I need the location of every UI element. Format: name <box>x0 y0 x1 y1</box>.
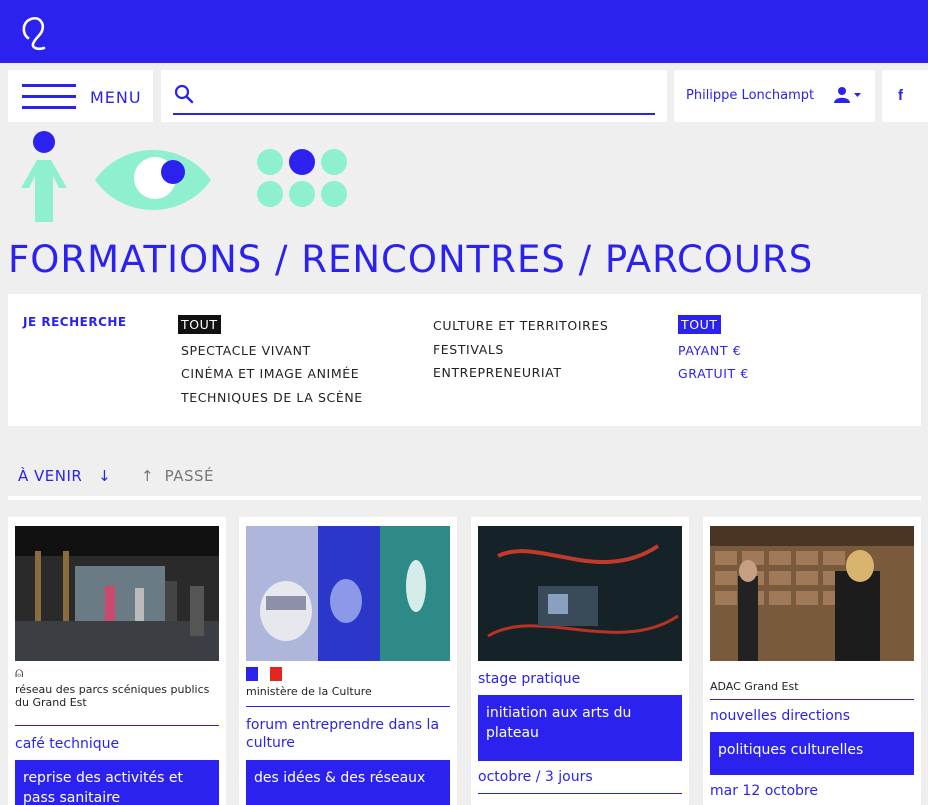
logo-icon[interactable] <box>18 12 66 52</box>
search-bar <box>161 70 667 122</box>
facebook-icon: f <box>898 87 903 104</box>
filter-entrepreneuriat[interactable]: ENTREPRENEURIAT <box>430 361 608 385</box>
filter-panel: JE RECHERCHE TOUT SPECTACLE VIVANT CINÉM… <box>8 294 921 426</box>
card-date: mar 12 octobre <box>710 783 818 799</box>
filter-gratuit[interactable]: GRATUIT € <box>678 362 749 386</box>
card-title[interactable]: reprise des activités et pass sanitaire <box>15 760 219 805</box>
arrow-up-icon: ↑ <box>141 467 160 485</box>
filter-cinema[interactable]: CINÉMA ET IMAGE ANIMÉE <box>178 362 363 386</box>
user-name: Philippe Lonchampt <box>686 88 815 103</box>
user-icon <box>834 87 861 103</box>
card-category[interactable]: nouvelles directions <box>710 707 916 725</box>
menu-button[interactable]: MENU <box>8 70 153 122</box>
discipline-filters-1: TOUT SPECTACLE VIVANT CINÉMA ET IMAGE AN… <box>178 314 363 409</box>
flag-icon <box>246 667 282 681</box>
search-icon[interactable] <box>173 83 195 105</box>
hamburger-icon <box>22 84 76 110</box>
divider <box>15 725 219 726</box>
tab-upcoming[interactable]: À VENIR ↓ <box>18 467 111 485</box>
top-bar <box>0 0 928 63</box>
card-title[interactable]: des idées & des réseaux <box>246 760 450 805</box>
chevron-down-icon <box>854 93 861 97</box>
tab-upcoming-label: À VENIR <box>18 467 83 485</box>
event-image <box>478 526 682 661</box>
filter-festivals[interactable]: FESTIVALS <box>430 338 608 362</box>
filter-payant[interactable]: PAYANT € <box>678 339 749 363</box>
facebook-link[interactable]: f <box>882 70 928 122</box>
card-title[interactable]: initiation aux arts du plateau <box>478 695 682 761</box>
search-input[interactable] <box>173 80 655 115</box>
accessibility-pictograms <box>21 131 347 222</box>
event-card[interactable]: ADAC Grand Est nouvelles directions poli… <box>703 517 921 805</box>
page-title: FORMATIONS / RENCONTRES / PARCOURS <box>8 238 814 281</box>
user-menu[interactable]: Philippe Lonchampt <box>674 70 875 122</box>
person-icon <box>21 131 67 222</box>
filter-techniques-scene[interactable]: TECHNIQUES DE LA SCÈNE <box>178 386 363 410</box>
event-image <box>710 526 914 661</box>
divider <box>8 496 921 500</box>
arrow-down-icon: ↓ <box>87 467 112 485</box>
org-name: ministère de la Culture <box>246 685 372 698</box>
eye-icon <box>95 150 211 210</box>
filter-spectacle-vivant[interactable]: SPECTACLE VIVANT <box>178 339 363 363</box>
card-date: octobre / 3 jours <box>478 769 593 785</box>
time-tabs: À VENIR ↓ ↑ PASSÉ <box>8 446 921 500</box>
braille-icon <box>257 149 347 207</box>
discipline-filters-2: CULTURE ET TERRITOIRES FESTIVALS ENTREPR… <box>430 314 608 385</box>
org-logo-icon: ⍝ <box>15 665 24 681</box>
event-card[interactable]: ministère de la Culture forum entreprend… <box>239 517 457 805</box>
org-name: ADAC Grand Est <box>710 680 799 693</box>
price-filters: TOUT PAYANT € GRATUIT € <box>678 314 749 386</box>
event-card[interactable]: ⍝ réseau des parcs scéniques publics du … <box>8 517 226 805</box>
divider <box>478 793 682 794</box>
filter-discipline-all[interactable]: TOUT <box>178 315 221 334</box>
filter-culture-territoires[interactable]: CULTURE ET TERRITOIRES <box>430 314 608 338</box>
event-image <box>246 526 450 661</box>
card-title[interactable]: politiques culturelles <box>710 732 914 775</box>
tab-past[interactable]: ↑ PASSÉ <box>141 467 214 485</box>
menu-label: MENU <box>90 88 142 107</box>
event-card[interactable]: stage pratique initiation aux arts du pl… <box>471 517 689 805</box>
filter-price-all[interactable]: TOUT <box>678 315 721 334</box>
card-category[interactable]: café technique <box>15 735 221 753</box>
card-category[interactable]: stage pratique <box>478 670 684 688</box>
filter-label: JE RECHERCHE <box>23 315 127 329</box>
tab-past-label: PASSÉ <box>164 467 214 485</box>
card-category[interactable]: forum entreprendre dans la culture <box>246 716 452 752</box>
org-name: réseau des parcs scéniques publics du Gr… <box>15 683 210 709</box>
divider <box>246 706 450 707</box>
event-image <box>15 526 219 661</box>
divider <box>710 699 914 700</box>
